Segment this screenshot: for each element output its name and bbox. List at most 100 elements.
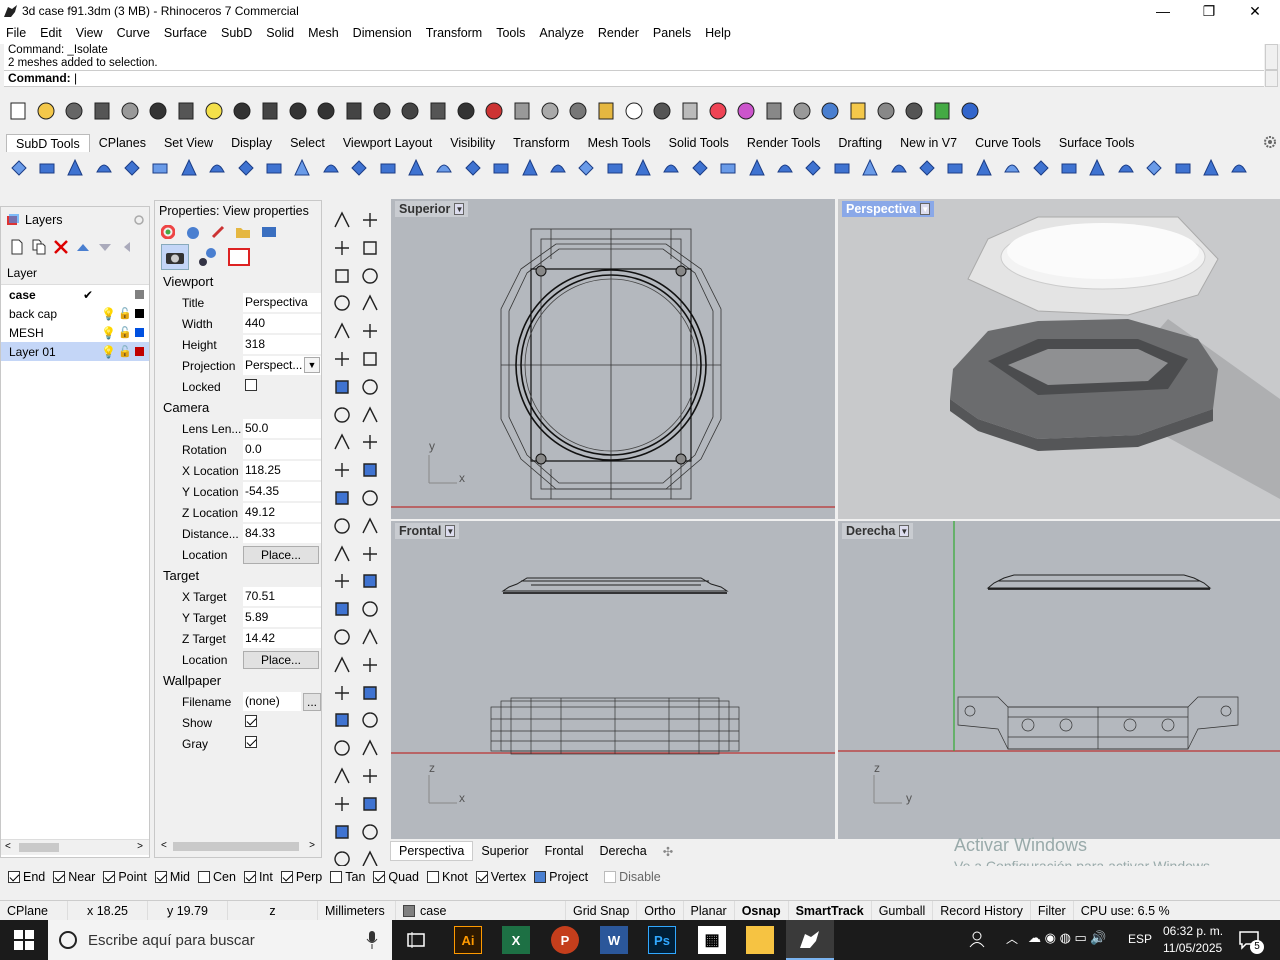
display-icon[interactable]: [261, 225, 277, 239]
subd-tool-21-icon[interactable]: [574, 156, 599, 181]
viewport-front[interactable]: Frontal ▼ z x: [391, 521, 835, 839]
tool-15-icon[interactable]: [330, 403, 354, 427]
subd-tool-37-icon[interactable]: [1028, 156, 1053, 181]
shaded-icon[interactable]: [678, 99, 702, 123]
tab-set-view[interactable]: Set View: [155, 134, 222, 152]
paste-icon[interactable]: [202, 99, 226, 123]
gear-icon[interactable]: [1263, 135, 1277, 149]
tool-46-icon[interactable]: [358, 820, 382, 844]
subd-tool-29-icon[interactable]: [801, 156, 826, 181]
photoshop-icon[interactable]: Ps: [648, 926, 676, 954]
import-icon[interactable]: [118, 99, 142, 123]
subd-tool-11-icon[interactable]: [290, 156, 315, 181]
show-hidden-icon[interactable]: ︿: [1006, 930, 1018, 947]
osnap-checkbox[interactable]: [53, 871, 66, 883]
delete-layer-icon[interactable]: [53, 239, 69, 255]
subd-tool-38-icon[interactable]: [1056, 156, 1081, 181]
subd-tool-9-icon[interactable]: [233, 156, 258, 181]
osnap-vertex[interactable]: Vertex: [475, 870, 526, 884]
menu-surface[interactable]: Surface: [164, 26, 207, 40]
browse-button[interactable]: ...: [303, 692, 321, 711]
tool-3-icon[interactable]: [330, 236, 354, 260]
layer-row[interactable]: case ✔: [1, 285, 149, 304]
current-layer-check-icon[interactable]: ✔: [83, 288, 93, 302]
tool-12-icon[interactable]: [358, 347, 382, 371]
osnap-toggle[interactable]: Osnap: [735, 900, 789, 921]
subd-tool-16-icon[interactable]: [432, 156, 457, 181]
subd-tool-5-icon[interactable]: [120, 156, 145, 181]
osnap-project[interactable]: Project: [534, 870, 588, 884]
tool-22-icon[interactable]: [358, 486, 382, 510]
rotation-input[interactable]: 0.0: [243, 440, 321, 459]
tool-38-icon[interactable]: [358, 708, 382, 732]
y-target-input[interactable]: 5.89: [243, 608, 321, 627]
osnap-checkbox[interactable]: [475, 871, 488, 883]
material-icon[interactable]: [706, 99, 730, 123]
tab-perspectiva[interactable]: Perspectiva: [390, 841, 474, 861]
layer-row[interactable]: MESH 💡 🔓: [1, 323, 149, 342]
render-icon[interactable]: [818, 99, 842, 123]
layer-color-swatch[interactable]: [135, 290, 144, 299]
target-place-button[interactable]: Place...: [243, 650, 319, 669]
subd-tool-27-icon[interactable]: [744, 156, 769, 181]
tool-7-icon[interactable]: [330, 291, 354, 315]
menu-dimension[interactable]: Dimension: [353, 26, 412, 40]
file-explorer-icon[interactable]: [746, 926, 774, 954]
sphere-render-icon[interactable]: [790, 99, 814, 123]
wallpaper-icon[interactable]: [227, 247, 251, 267]
layer-color-swatch[interactable]: [135, 309, 144, 318]
texture-icon[interactable]: [211, 225, 225, 239]
osnap-int[interactable]: Int: [243, 870, 273, 884]
add-viewport-icon[interactable]: ✣: [655, 844, 681, 859]
subd-tool-25-icon[interactable]: [687, 156, 712, 181]
open-file-icon[interactable]: [34, 99, 58, 123]
lock-icon[interactable]: [650, 99, 674, 123]
osnap-checkbox[interactable]: [8, 871, 20, 883]
tab-subd-tools[interactable]: SubD Tools: [6, 134, 90, 152]
subd-tool-36-icon[interactable]: [1000, 156, 1025, 181]
sun-icon[interactable]: [197, 246, 219, 268]
light-bulb-icon[interactable]: 💡: [101, 345, 116, 359]
tool-45-icon[interactable]: [330, 820, 354, 844]
ghosted-icon[interactable]: [762, 99, 786, 123]
osnap-perp[interactable]: Perp: [280, 870, 322, 884]
smarttrack-toggle[interactable]: SmartTrack: [789, 900, 872, 921]
osnap-checkbox[interactable]: [103, 871, 116, 883]
layers-hscrollbar[interactable]: < >: [1, 839, 149, 855]
subd-tool-23-icon[interactable]: [631, 156, 656, 181]
menu-mesh[interactable]: Mesh: [308, 26, 339, 40]
illustrator-icon[interactable]: Ai: [454, 926, 482, 954]
viewport-top[interactable]: Superior ▼ y x: [391, 199, 835, 519]
subd-tool-31-icon[interactable]: [858, 156, 883, 181]
tab-new-in-v7[interactable]: New in V7: [891, 134, 966, 152]
subd-tool-7-icon[interactable]: [176, 156, 201, 181]
clock-time[interactable]: 06:32 p. m.: [1163, 924, 1223, 938]
subd-tool-42-icon[interactable]: [1170, 156, 1195, 181]
panel-gear-icon[interactable]: [133, 214, 145, 226]
new-layer-icon[interactable]: [9, 239, 25, 255]
people-icon[interactable]: [968, 930, 986, 948]
units-label[interactable]: Millimeters: [318, 900, 396, 921]
subd-tool-15-icon[interactable]: [403, 156, 428, 181]
close-button[interactable]: ✕: [1232, 0, 1278, 22]
excel-icon[interactable]: X: [502, 926, 530, 954]
rhino-taskbar-button[interactable]: [786, 920, 834, 960]
record-history-toggle[interactable]: Record History: [933, 900, 1031, 921]
subd-tool-20-icon[interactable]: [545, 156, 570, 181]
tab-viewport-layout[interactable]: Viewport Layout: [334, 134, 441, 152]
subd-tool-26-icon[interactable]: [716, 156, 741, 181]
distance-input[interactable]: 84.33: [243, 524, 321, 543]
osnap-checkbox[interactable]: [280, 871, 293, 883]
layer-row[interactable]: back cap 💡 🔓: [1, 304, 149, 323]
tool-40-icon[interactable]: [358, 736, 382, 760]
tool-31-icon[interactable]: [330, 625, 354, 649]
tool-13-icon[interactable]: [330, 375, 354, 399]
zoom-extents-icon[interactable]: [370, 99, 394, 123]
camera-place-button[interactable]: Place...: [243, 545, 319, 564]
subd-tool-10-icon[interactable]: [262, 156, 287, 181]
camera-tab[interactable]: [161, 244, 189, 270]
tab-display[interactable]: Display: [222, 134, 281, 152]
tab-transform[interactable]: Transform: [504, 134, 579, 152]
menu-analyze[interactable]: Analyze: [539, 26, 583, 40]
tool-29-icon[interactable]: [330, 597, 354, 621]
